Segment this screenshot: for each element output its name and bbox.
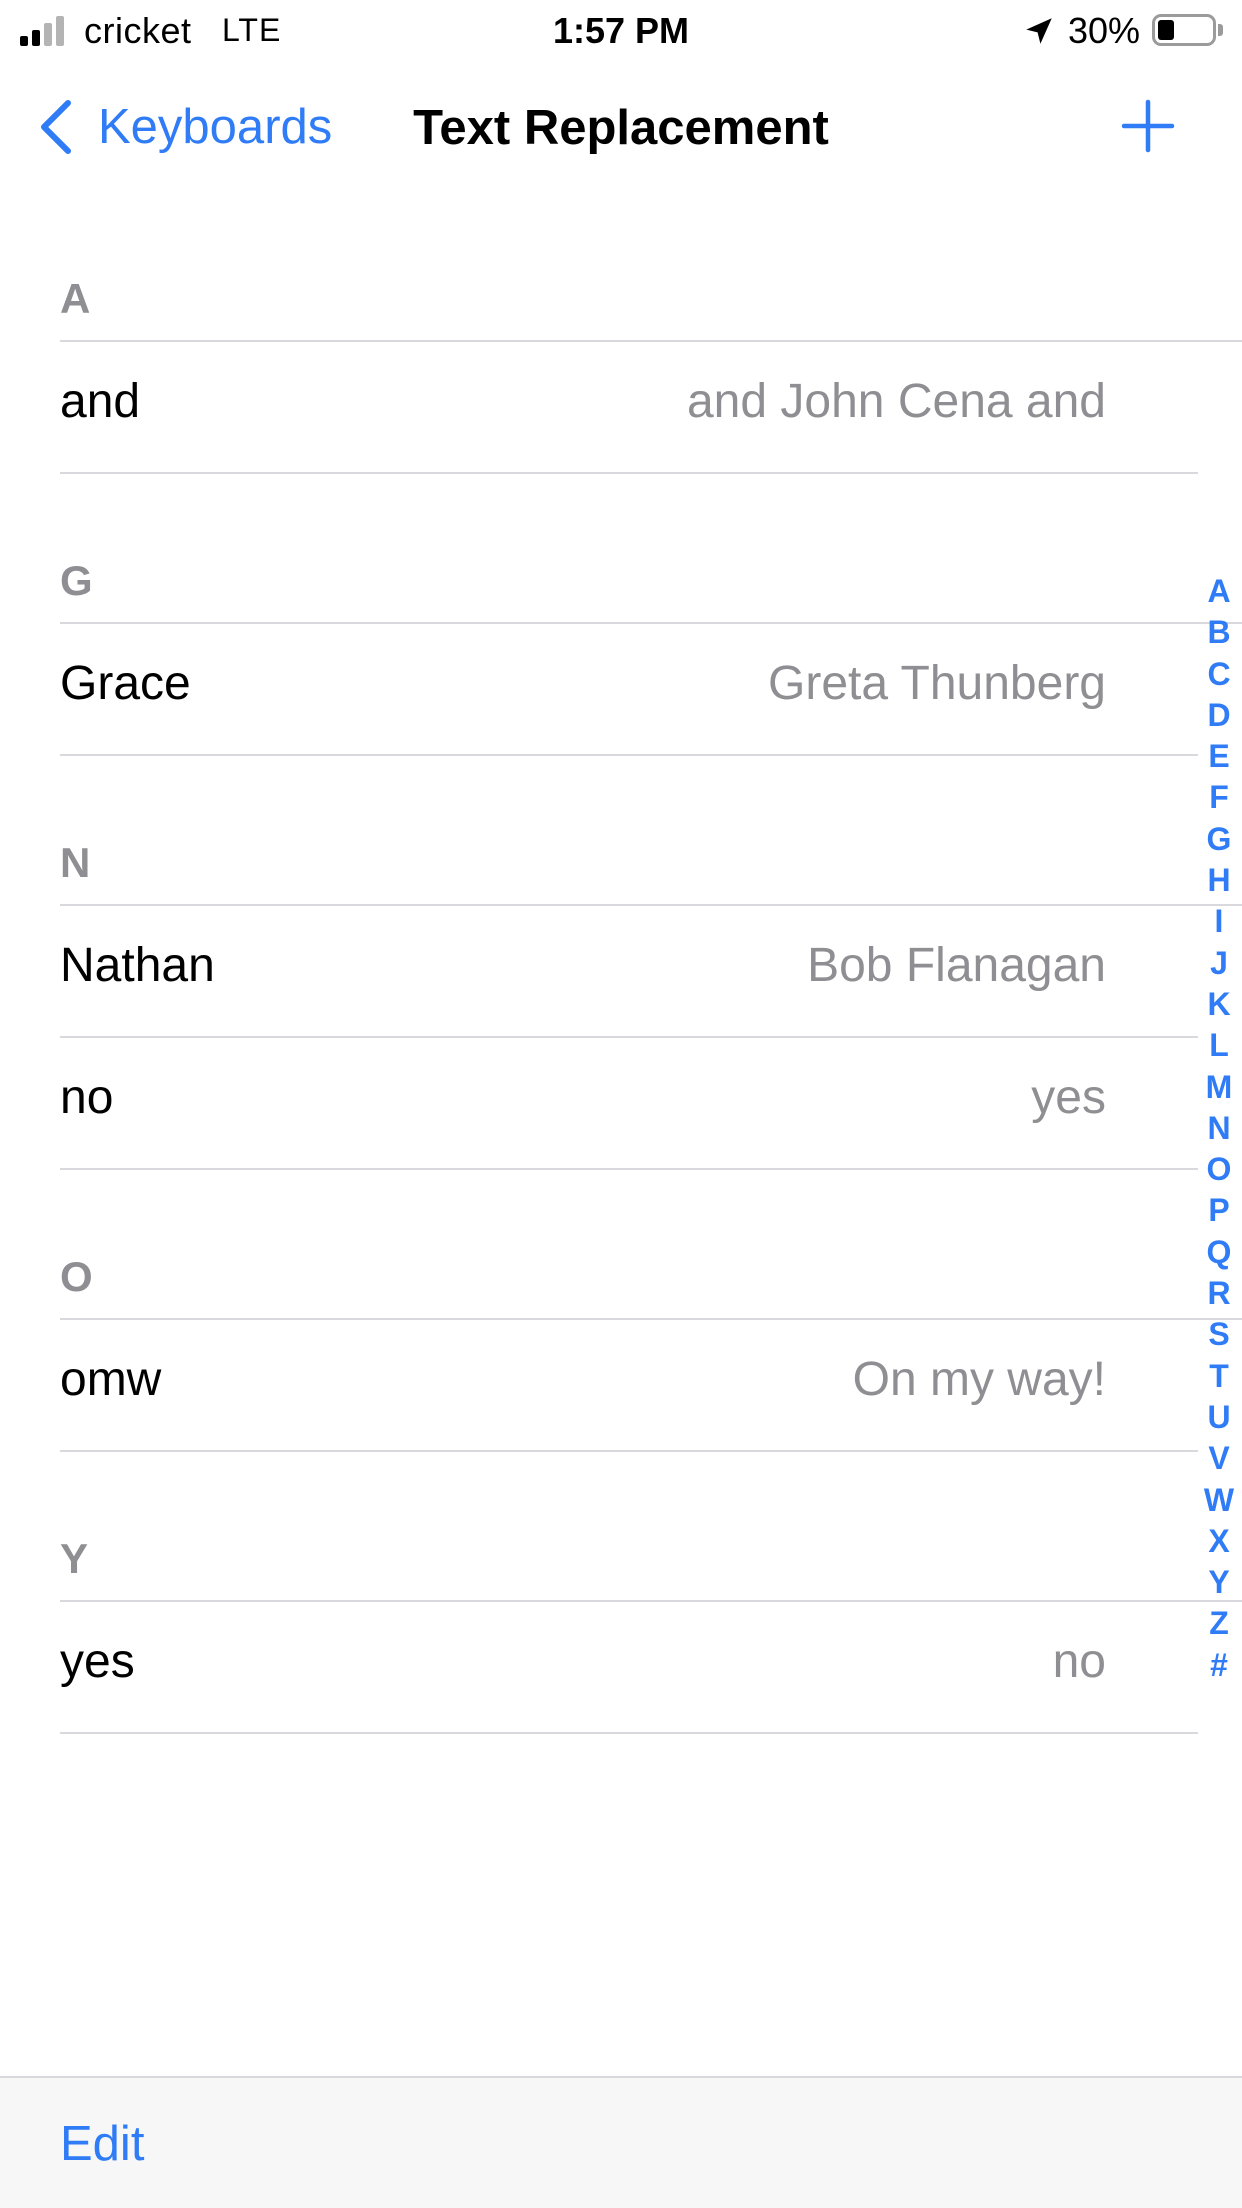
index-letter[interactable]: K: [1196, 984, 1242, 1025]
divider: [60, 1168, 1198, 1170]
row-shortcut: no: [1052, 1635, 1106, 1688]
row-shortcut: and John Cena and: [686, 375, 1106, 428]
index-letter[interactable]: W: [1196, 1480, 1242, 1521]
index-letter[interactable]: F: [1196, 777, 1242, 818]
index-letter[interactable]: V: [1196, 1438, 1242, 1479]
index-letter[interactable]: Y: [1196, 1562, 1242, 1603]
list-item[interactable]: omw On my way!: [0, 1320, 1160, 1450]
index-letter[interactable]: A: [1196, 571, 1242, 612]
row-phrase: Grace: [60, 657, 191, 710]
index-letter[interactable]: Z: [1196, 1603, 1242, 1644]
divider: [60, 472, 1198, 474]
divider: [60, 1732, 1198, 1734]
navigation-bar: Keyboards Text Replacement: [0, 64, 1242, 188]
index-letter[interactable]: P: [1196, 1190, 1242, 1231]
row-shortcut: Bob Flanagan: [807, 939, 1106, 992]
index-letter[interactable]: J: [1196, 943, 1242, 984]
section-header-a: A: [60, 275, 91, 322]
index-letter[interactable]: C: [1196, 654, 1242, 695]
row-phrase: Nathan: [60, 939, 215, 992]
divider: [60, 1450, 1198, 1452]
bottom-toolbar: Edit: [0, 2076, 1242, 2208]
battery-percent: 30%: [1068, 10, 1141, 51]
index-letter[interactable]: G: [1196, 819, 1242, 860]
list-item[interactable]: Nathan Bob Flanagan: [0, 906, 1160, 1036]
section-header-n: N: [60, 839, 91, 886]
index-letter[interactable]: N: [1196, 1108, 1242, 1149]
plus-icon[interactable]: [1118, 96, 1178, 156]
row-phrase: no: [60, 1071, 114, 1124]
list-item[interactable]: and and John Cena and: [0, 342, 1160, 472]
index-letter[interactable]: O: [1196, 1149, 1242, 1190]
row-shortcut: yes: [1031, 1071, 1106, 1124]
section-header-o: O: [60, 1253, 93, 1300]
index-letter[interactable]: U: [1196, 1397, 1242, 1438]
index-letter[interactable]: #: [1196, 1645, 1242, 1686]
row-shortcut: On my way!: [852, 1353, 1106, 1406]
index-letter[interactable]: X: [1196, 1521, 1242, 1562]
index-letter[interactable]: S: [1196, 1314, 1242, 1355]
index-letter[interactable]: D: [1196, 695, 1242, 736]
section-index[interactable]: A B C D E F G H I J K L M N O P Q R S T U V W X Y Z #: [1196, 571, 1242, 1686]
row-phrase: yes: [60, 1635, 135, 1688]
index-letter[interactable]: M: [1196, 1067, 1242, 1108]
location-arrow-icon: [1026, 18, 1052, 44]
index-letter[interactable]: Q: [1196, 1232, 1242, 1273]
list-item[interactable]: Grace Greta Thunberg: [0, 624, 1160, 754]
section-header-y: Y: [60, 1535, 89, 1582]
index-letter[interactable]: I: [1196, 901, 1242, 942]
section-header-g: G: [60, 557, 93, 604]
battery-icon: [1152, 14, 1216, 46]
battery-level-fill: [1158, 20, 1174, 40]
row-phrase: and: [60, 375, 141, 428]
index-letter[interactable]: E: [1196, 736, 1242, 777]
edit-button[interactable]: Edit: [60, 2116, 144, 2172]
index-letter[interactable]: L: [1196, 1025, 1242, 1066]
list-item[interactable]: no yes: [0, 1038, 1160, 1168]
battery-cap: [1218, 24, 1223, 36]
row-phrase: omw: [60, 1353, 162, 1406]
index-letter[interactable]: T: [1196, 1356, 1242, 1397]
list-item[interactable]: yes no: [0, 1602, 1160, 1732]
divider: [60, 754, 1198, 756]
index-letter[interactable]: H: [1196, 860, 1242, 901]
row-shortcut: Greta Thunberg: [768, 657, 1106, 710]
index-letter[interactable]: R: [1196, 1273, 1242, 1314]
page-title: Text Replacement: [413, 101, 829, 155]
status-bar: cricket LTE 1:57 PM 30%: [0, 0, 1242, 64]
index-letter[interactable]: B: [1196, 612, 1242, 653]
